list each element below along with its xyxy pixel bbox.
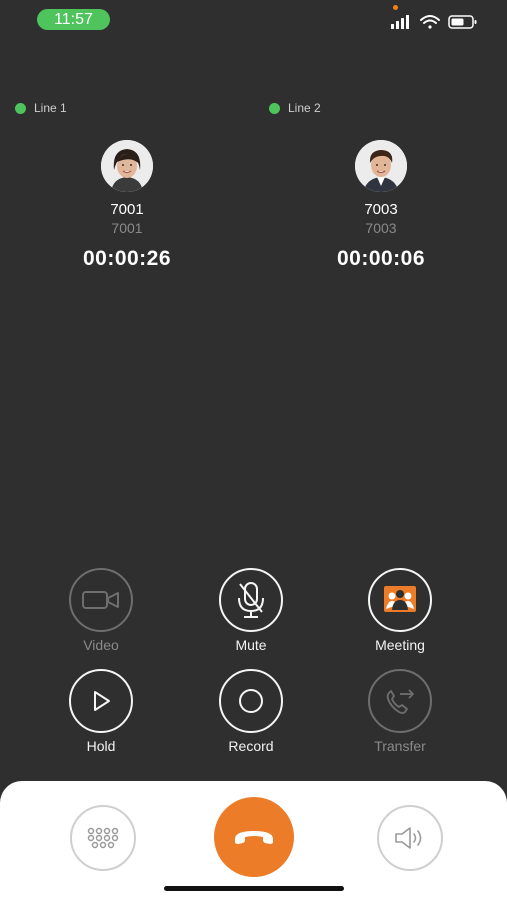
play-icon [94, 691, 110, 711]
line-2-status-dot [269, 103, 280, 114]
signal-icon [391, 15, 409, 29]
hold-button[interactable]: Hold [51, 669, 151, 754]
keypad-button[interactable] [70, 805, 136, 871]
speaker-button[interactable] [377, 805, 443, 871]
line-2-duration: 00:00:06 [336, 247, 426, 270]
video-label: Video [83, 637, 119, 653]
status-time: 11:57 [37, 9, 110, 30]
video-camera-icon [82, 591, 119, 609]
status-icons [391, 15, 477, 29]
line-2-sub-number: 7003 [365, 220, 397, 236]
mute-microphone-icon [238, 582, 264, 618]
home-indicator[interactable] [164, 886, 344, 891]
line-2-label: Line 2 [288, 101, 321, 115]
status-bar: 11:57 [0, 0, 507, 44]
line-1-status-dot [15, 103, 26, 114]
meeting-label: Meeting [375, 637, 425, 653]
line-1-sub-number: 7001 [111, 220, 143, 236]
transfer-phone-icon [386, 689, 414, 714]
transfer-label: Transfer [374, 738, 426, 754]
line-1-duration: 00:00:26 [82, 247, 172, 270]
mute-button[interactable]: Mute [201, 568, 301, 653]
record-label: Record [228, 738, 274, 754]
speaker-icon [395, 827, 422, 849]
record-button[interactable]: Record [201, 669, 301, 754]
video-button[interactable]: Video [51, 568, 151, 653]
hold-label: Hold [86, 738, 116, 754]
hang-up-button[interactable] [214, 797, 294, 877]
mute-label: Mute [235, 637, 267, 653]
battery-icon [448, 15, 477, 29]
meeting-button[interactable]: Meeting [350, 568, 450, 653]
hang-up-phone-icon [235, 831, 273, 844]
line-1-label: Line 1 [34, 101, 67, 115]
transfer-button[interactable]: Transfer [350, 669, 450, 754]
wifi-icon [420, 15, 440, 29]
meeting-icon [384, 586, 416, 612]
bottom-action-bar [0, 781, 507, 900]
record-icon [239, 689, 263, 713]
line-2-number: 7003 [364, 201, 398, 218]
line-1-number: 7001 [110, 201, 144, 218]
privacy-indicator [393, 5, 398, 10]
line-1-avatar [101, 140, 153, 192]
line-2-avatar [355, 140, 407, 192]
keypad-icon [87, 827, 119, 849]
